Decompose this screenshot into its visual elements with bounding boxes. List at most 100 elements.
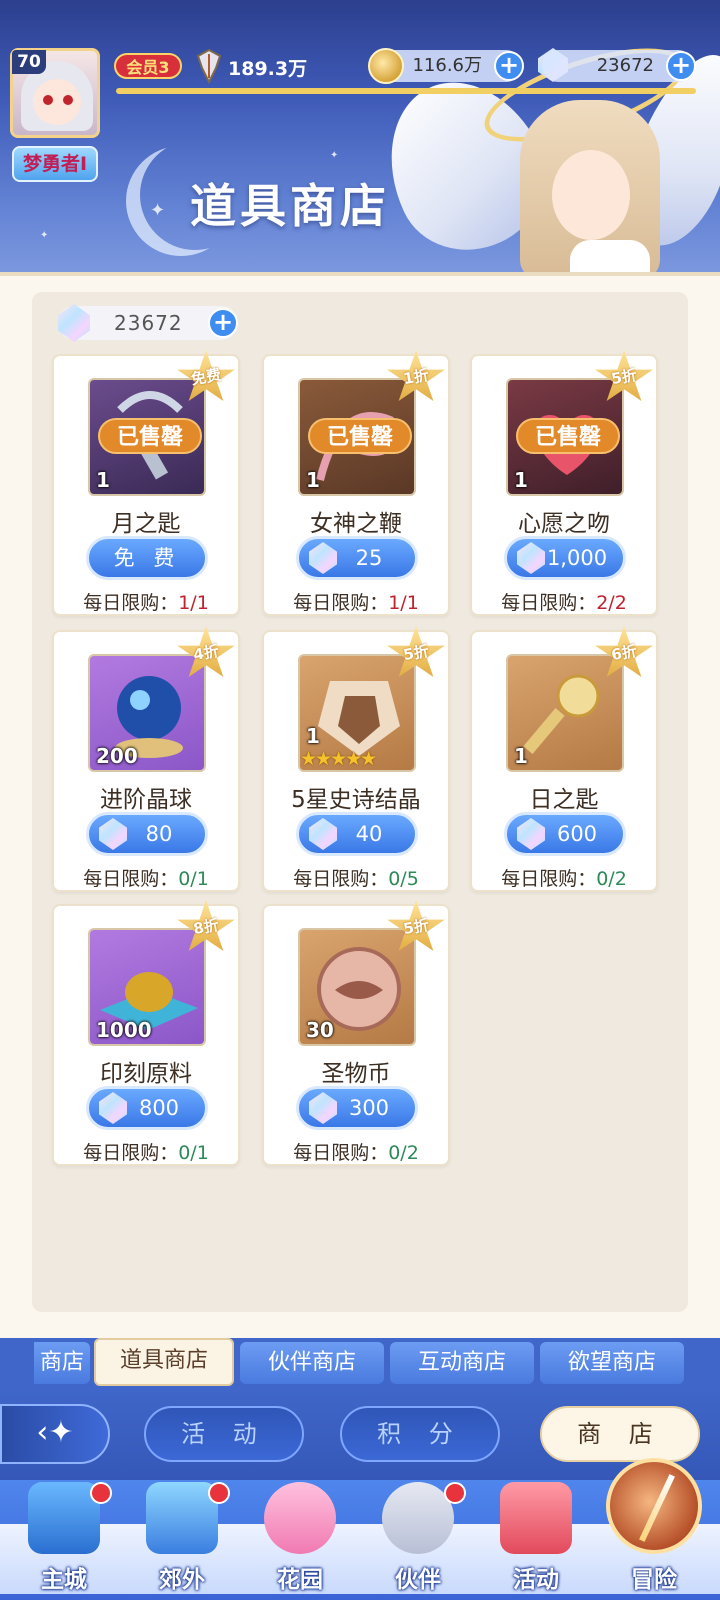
shop-button[interactable]: 商 店 — [540, 1406, 700, 1462]
item-name: 心愿之吻 — [518, 511, 610, 537]
star-decoration: ✦ — [150, 200, 166, 221]
nav-events[interactable]: 活动 — [480, 1480, 592, 1600]
discount-badge: 5折 — [386, 626, 446, 682]
daily-limit: 每日限购：1/1 — [83, 592, 209, 614]
buy-button[interactable]: 25 — [296, 536, 418, 580]
daily-limit: 每日限购：2/2 — [501, 592, 627, 614]
shop-item-card[interactable]: 30 5折 圣物币 300 每日限购：0/2 — [262, 900, 450, 1166]
sold-out-badge: 已售罄 — [98, 418, 202, 454]
item-name: 圣物币 — [321, 1061, 391, 1087]
gift-box-icon — [500, 1482, 572, 1554]
top-resource-bar: 会员3 189.3万 116.6万 + 23672 + — [108, 48, 712, 100]
page-title: 道具商店 — [190, 179, 390, 233]
item-quantity: 1 — [96, 468, 110, 492]
back-button[interactable]: ‹✦ — [0, 1404, 110, 1464]
discount-badge: 免费 — [176, 350, 236, 406]
gold-coin-icon — [368, 48, 404, 84]
daily-limit: 每日限购：0/5 — [293, 868, 419, 890]
tab-item-shop[interactable]: 道具商店 — [94, 1338, 234, 1386]
star-decoration: ✦ — [330, 150, 339, 161]
tab-desire-shop[interactable]: 欲望商店 — [540, 1342, 684, 1384]
activity-button[interactable]: 活 动 — [144, 1406, 304, 1462]
shop-item-card[interactable]: 已售罄 1 免费 月之匙 免 费 每日限购：1/1 — [52, 350, 240, 616]
nav-suburbs[interactable]: 郊外 — [126, 1480, 238, 1600]
item-quantity: 30 — [306, 1018, 334, 1042]
shop-item-card[interactable]: 已售罄 1 5折 心愿之吻 1,000 每日限购：2/2 — [470, 350, 658, 616]
item-name: 印刻原料 — [100, 1061, 192, 1087]
daily-limit: 每日限购：0/1 — [83, 868, 209, 890]
notification-dot — [90, 1482, 112, 1504]
star-decoration: ✦ — [40, 230, 49, 241]
vip-badge[interactable]: 会员3 — [114, 53, 182, 79]
diamond-icon — [309, 542, 337, 574]
tab-interaction-shop[interactable]: 互动商店 — [390, 1342, 534, 1384]
daily-limit: 每日限购：0/1 — [83, 1142, 209, 1164]
item-quantity: 1 — [306, 724, 320, 748]
item-quantity: 1000 — [96, 1018, 152, 1042]
item-quantity: 200 — [96, 744, 138, 768]
shop-item-card[interactable]: 200 4折 进阶晶球 80 每日限购：0/1 — [52, 626, 240, 892]
item-name: 5星史诗结晶 — [291, 787, 421, 813]
discount-badge: 1折 — [386, 350, 446, 406]
diamond-icon — [517, 818, 545, 850]
add-diamond-button[interactable]: + — [666, 51, 696, 81]
item-name: 女神之鞭 — [310, 511, 402, 537]
shop-banner: ✦ ✦ ✦ ✦ 道具商店 — [0, 0, 720, 280]
diamond-icon — [309, 1092, 337, 1124]
item-quantity: 1 — [306, 468, 320, 492]
add-gold-button[interactable]: + — [494, 51, 524, 81]
nav-main-city[interactable]: 主城 — [8, 1480, 120, 1600]
player-name: 梦勇者I — [12, 146, 98, 182]
star-rating: ★★★★★ — [300, 748, 377, 770]
diamond-icon — [309, 818, 337, 850]
shop-item-card[interactable]: 1000 8折 印刻原料 800 每日限购：0/1 — [52, 900, 240, 1166]
discount-badge: 5折 — [594, 350, 654, 406]
tab-shop[interactable]: 商店 — [34, 1342, 90, 1384]
experience-bar — [116, 88, 696, 94]
item-name: 日之匙 — [529, 787, 599, 813]
tab-partner-shop[interactable]: 伙伴商店 — [240, 1342, 384, 1384]
diamond-icon — [517, 542, 545, 574]
daily-limit: 每日限购：0/2 — [501, 868, 627, 890]
daily-limit: 每日限购：1/1 — [293, 592, 419, 614]
shop-item-card[interactable]: 已售罄 1 1折 女神之鞭 25 每日限购：1/1 — [262, 350, 450, 616]
combat-power-value: 189.3万 — [228, 58, 308, 80]
sub-navigation: ‹✦ 活 动 积 分 商 店 — [0, 1390, 720, 1480]
nav-adventure[interactable]: 冒险 — [598, 1458, 710, 1600]
free-claim-button[interactable]: 免 费 — [86, 536, 208, 580]
nav-partners[interactable]: 伙伴 — [362, 1480, 474, 1600]
buy-button[interactable]: 40 — [296, 812, 418, 856]
add-diamond-button[interactable]: + — [208, 308, 238, 338]
item-name: 进阶晶球 — [100, 787, 192, 813]
notification-dot — [444, 1482, 466, 1504]
discount-badge: 6折 — [594, 626, 654, 682]
buy-button[interactable]: 1,000 — [504, 536, 626, 580]
buy-button[interactable]: 300 — [296, 1086, 418, 1130]
buy-button[interactable]: 80 — [86, 812, 208, 856]
back-arrow-icon: ‹✦ — [36, 1415, 74, 1450]
nav-garden[interactable]: 花园 — [244, 1480, 356, 1600]
item-quantity: 1 — [514, 468, 528, 492]
item-quantity: 1 — [514, 744, 528, 768]
shop-item-card[interactable]: 1 ★★★★★ 5折 5星史诗结晶 40 每日限购：0/5 — [262, 626, 450, 892]
player-level: 70 — [12, 50, 46, 74]
discount-badge: 4折 — [176, 626, 236, 682]
buy-button[interactable]: 800 — [86, 1086, 208, 1130]
power-icon — [196, 48, 222, 84]
buy-button[interactable]: 600 — [504, 812, 626, 856]
discount-badge: 5折 — [386, 900, 446, 956]
diamond-icon — [99, 818, 127, 850]
item-name: 月之匙 — [111, 511, 181, 537]
sold-out-badge: 已售罄 — [516, 418, 620, 454]
diamond-icon — [99, 1092, 127, 1124]
shop-tabs: 商店 道具商店 伙伴商店 互动商店 欲望商店 — [0, 1338, 720, 1390]
bottom-navigation: 主城 郊外 花园 伙伴 活动 冒险 — [0, 1458, 720, 1600]
daily-limit: 每日限购：0/2 — [293, 1142, 419, 1164]
points-button[interactable]: 积 分 — [340, 1406, 500, 1462]
shop-item-card[interactable]: 1 6折 日之匙 600 每日限购：0/2 — [470, 626, 658, 892]
sold-out-badge: 已售罄 — [308, 418, 412, 454]
compass-icon — [606, 1458, 702, 1554]
discount-badge: 8折 — [176, 900, 236, 956]
heart-icon — [264, 1482, 336, 1554]
notification-dot — [208, 1482, 230, 1504]
